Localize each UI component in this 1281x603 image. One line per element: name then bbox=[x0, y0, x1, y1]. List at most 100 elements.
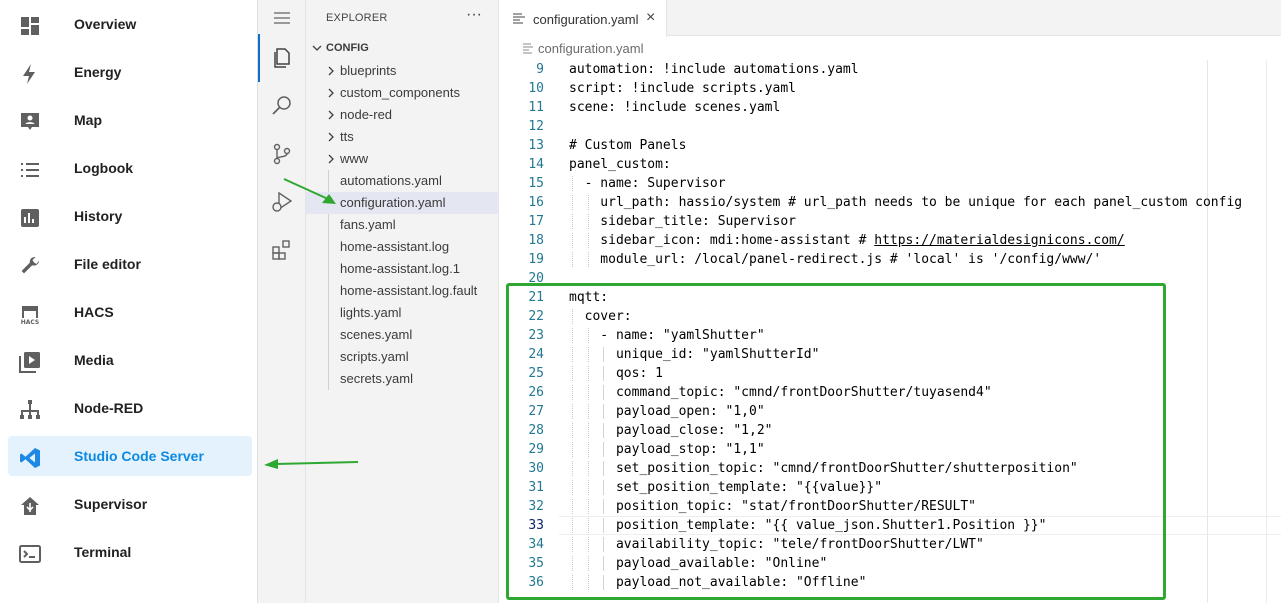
tab-configuration-yaml[interactable]: configuration.yaml × bbox=[500, 0, 667, 37]
ha-sidebar-item-label: HACS bbox=[74, 304, 114, 320]
chevron-right-icon bbox=[328, 132, 334, 142]
file-label: scenes.yaml bbox=[340, 327, 413, 342]
file-item[interactable]: lights.yaml bbox=[306, 302, 499, 324]
line-number: 9 bbox=[536, 62, 544, 77]
code-line[interactable]: 19 module_url: /local/panel-redirect.js … bbox=[500, 250, 1281, 269]
ha-sidebar-item-label: Supervisor bbox=[74, 496, 148, 512]
close-icon[interactable]: × bbox=[646, 9, 655, 27]
code-text: - name: Supervisor bbox=[569, 174, 726, 193]
ha-sidebar-item-media[interactable]: Media bbox=[8, 340, 252, 380]
code-line[interactable]: 9 automation: !include automations.yaml bbox=[500, 60, 1281, 79]
code-line[interactable]: 17 sidebar_title: Supervisor bbox=[500, 212, 1281, 231]
line-number: 19 bbox=[528, 252, 544, 267]
code-line[interactable]: 11 scene: !include scenes.yaml bbox=[500, 98, 1281, 117]
folder-item[interactable]: tts bbox=[306, 126, 499, 148]
folder-item[interactable]: node-red bbox=[306, 104, 499, 126]
file-item[interactable]: scripts.yaml bbox=[306, 346, 499, 368]
code-text: # Custom Panels bbox=[569, 136, 686, 155]
folder-label: blueprints bbox=[340, 63, 397, 78]
ha-sidebar-item-energy[interactable]: Energy bbox=[8, 52, 252, 92]
code-link[interactable]: https://materialdesignicons.com/ bbox=[874, 233, 1124, 248]
ha-sidebar-item-overview[interactable]: Overview bbox=[8, 4, 252, 44]
svg-text:HACS: HACS bbox=[21, 319, 40, 326]
code-text: sidebar_icon: mdi:home-assistant # https… bbox=[569, 231, 1124, 250]
code-line[interactable]: 15 - name: Supervisor bbox=[500, 174, 1281, 193]
ha-sidebar-item-file-editor[interactable]: File editor bbox=[8, 244, 252, 284]
breadcrumb: configuration.yaml bbox=[500, 37, 1281, 59]
ha-sidebar-item-label: History bbox=[74, 208, 123, 224]
folder-label: www bbox=[340, 151, 369, 166]
play-box-multiple-icon bbox=[19, 352, 40, 373]
activity-explorer[interactable] bbox=[258, 34, 306, 82]
code-line[interactable]: 12 bbox=[500, 117, 1281, 136]
ha-sidebar-item-history[interactable]: History bbox=[8, 196, 252, 236]
files-icon bbox=[274, 48, 290, 68]
code-text: module_url: /local/panel-redirect.js # '… bbox=[569, 250, 1101, 269]
ha-sidebar-item-terminal[interactable]: Terminal bbox=[8, 532, 252, 572]
ha-sidebar-item-hacs[interactable]: HACS HACS bbox=[8, 292, 252, 332]
ha-sidebar-item-label: Logbook bbox=[74, 160, 134, 176]
file-item[interactable]: fans.yaml bbox=[306, 214, 499, 236]
code-text: scene: !include scenes.yaml bbox=[569, 98, 780, 117]
arrow-icon bbox=[283, 178, 336, 204]
ha-sidebar-item-node-red[interactable]: Node-RED bbox=[8, 388, 252, 428]
line-number: 12 bbox=[528, 119, 544, 134]
ha-sidebar-item-logbook[interactable]: Logbook bbox=[8, 148, 252, 188]
code-text-content: script: !include scripts.yaml bbox=[569, 81, 796, 96]
activity-source-control[interactable] bbox=[258, 130, 306, 178]
code-text-content: automation: !include automations.yaml bbox=[569, 62, 859, 77]
code-text-content: scene: !include scenes.yaml bbox=[569, 100, 781, 115]
ha-sidebar-item-studio-code-server[interactable]: Studio Code Server bbox=[8, 436, 252, 476]
code-text-content: module_url: /local/panel-redirect.js # '… bbox=[569, 252, 1102, 267]
code-text: script: !include scripts.yaml bbox=[569, 79, 796, 98]
code-text: url_path: hassio/system # url_path needs… bbox=[569, 193, 1242, 212]
tab-bar: configuration.yaml × bbox=[500, 0, 1281, 37]
ha-sidebar-item-label: Overview bbox=[74, 16, 137, 32]
explorer-panel: EXPLORER ··· CONFIG blueprints custom_com… bbox=[306, 0, 499, 603]
code-text: panel_custom: bbox=[569, 155, 671, 174]
folder-item[interactable]: custom_components bbox=[306, 82, 499, 104]
file-item[interactable]: secrets.yaml bbox=[306, 368, 499, 390]
file-item[interactable]: home-assistant.log.fault bbox=[306, 280, 499, 302]
breadcrumb-file[interactable]: configuration.yaml bbox=[538, 41, 644, 56]
code-line[interactable]: 18 sidebar_icon: mdi:home-assistant # ht… bbox=[500, 231, 1281, 250]
chevron-down-icon bbox=[312, 45, 322, 51]
ha-sidebar-item-label: Studio Code Server bbox=[74, 448, 204, 464]
line-number: 13 bbox=[528, 138, 544, 153]
code-line[interactable]: 16 url_path: hassio/system # url_path ne… bbox=[500, 193, 1281, 212]
line-number: 17 bbox=[528, 214, 544, 229]
folder-label: tts bbox=[340, 129, 354, 144]
code-line[interactable]: 13 # Custom Panels bbox=[500, 136, 1281, 155]
chevron-right-icon bbox=[328, 110, 334, 120]
file-item[interactable]: home-assistant.log bbox=[306, 236, 499, 258]
code-line[interactable]: 14 panel_custom: bbox=[500, 155, 1281, 174]
extensions-icon bbox=[272, 240, 290, 260]
wrench-icon bbox=[21, 256, 40, 274]
code-line[interactable]: 10 script: !include scripts.yaml bbox=[500, 79, 1281, 98]
file-label: lights.yaml bbox=[340, 305, 402, 320]
file-label: home-assistant.log bbox=[340, 239, 450, 254]
source-control-icon bbox=[273, 143, 291, 165]
folder-item[interactable]: blueprints bbox=[306, 60, 499, 82]
config-folder-header[interactable]: CONFIG bbox=[306, 38, 499, 60]
file-item[interactable]: scenes.yaml bbox=[306, 324, 499, 346]
file-item[interactable]: home-assistant.log.1 bbox=[306, 258, 499, 280]
ha-sidebar-item-supervisor[interactable]: Supervisor bbox=[8, 484, 252, 524]
activity-extensions[interactable] bbox=[258, 226, 306, 274]
activity-search[interactable] bbox=[258, 82, 306, 130]
ha-sidebar-item-map[interactable]: Map bbox=[8, 100, 252, 140]
sitemap-icon bbox=[20, 400, 40, 419]
ha-sidebar-item-label: File editor bbox=[74, 256, 141, 272]
format-list-icon bbox=[21, 163, 39, 177]
activity-bar bbox=[258, 0, 306, 603]
line-number: 16 bbox=[528, 195, 544, 210]
line-number: 10 bbox=[528, 81, 544, 96]
code-text: automation: !include automations.yaml bbox=[569, 60, 859, 79]
more-actions-button[interactable]: ··· bbox=[466, 6, 482, 24]
hacs-store-icon: HACS bbox=[21, 306, 40, 326]
chart-box-icon bbox=[21, 209, 39, 227]
folder-item[interactable]: www bbox=[306, 148, 499, 170]
ha-sidebar: Overview Energy Map Logbook History File edit… bbox=[0, 0, 258, 603]
file-label: automations.yaml bbox=[340, 173, 442, 188]
code-text-content: sidebar_icon: mdi:home-assistant # bbox=[569, 233, 875, 248]
